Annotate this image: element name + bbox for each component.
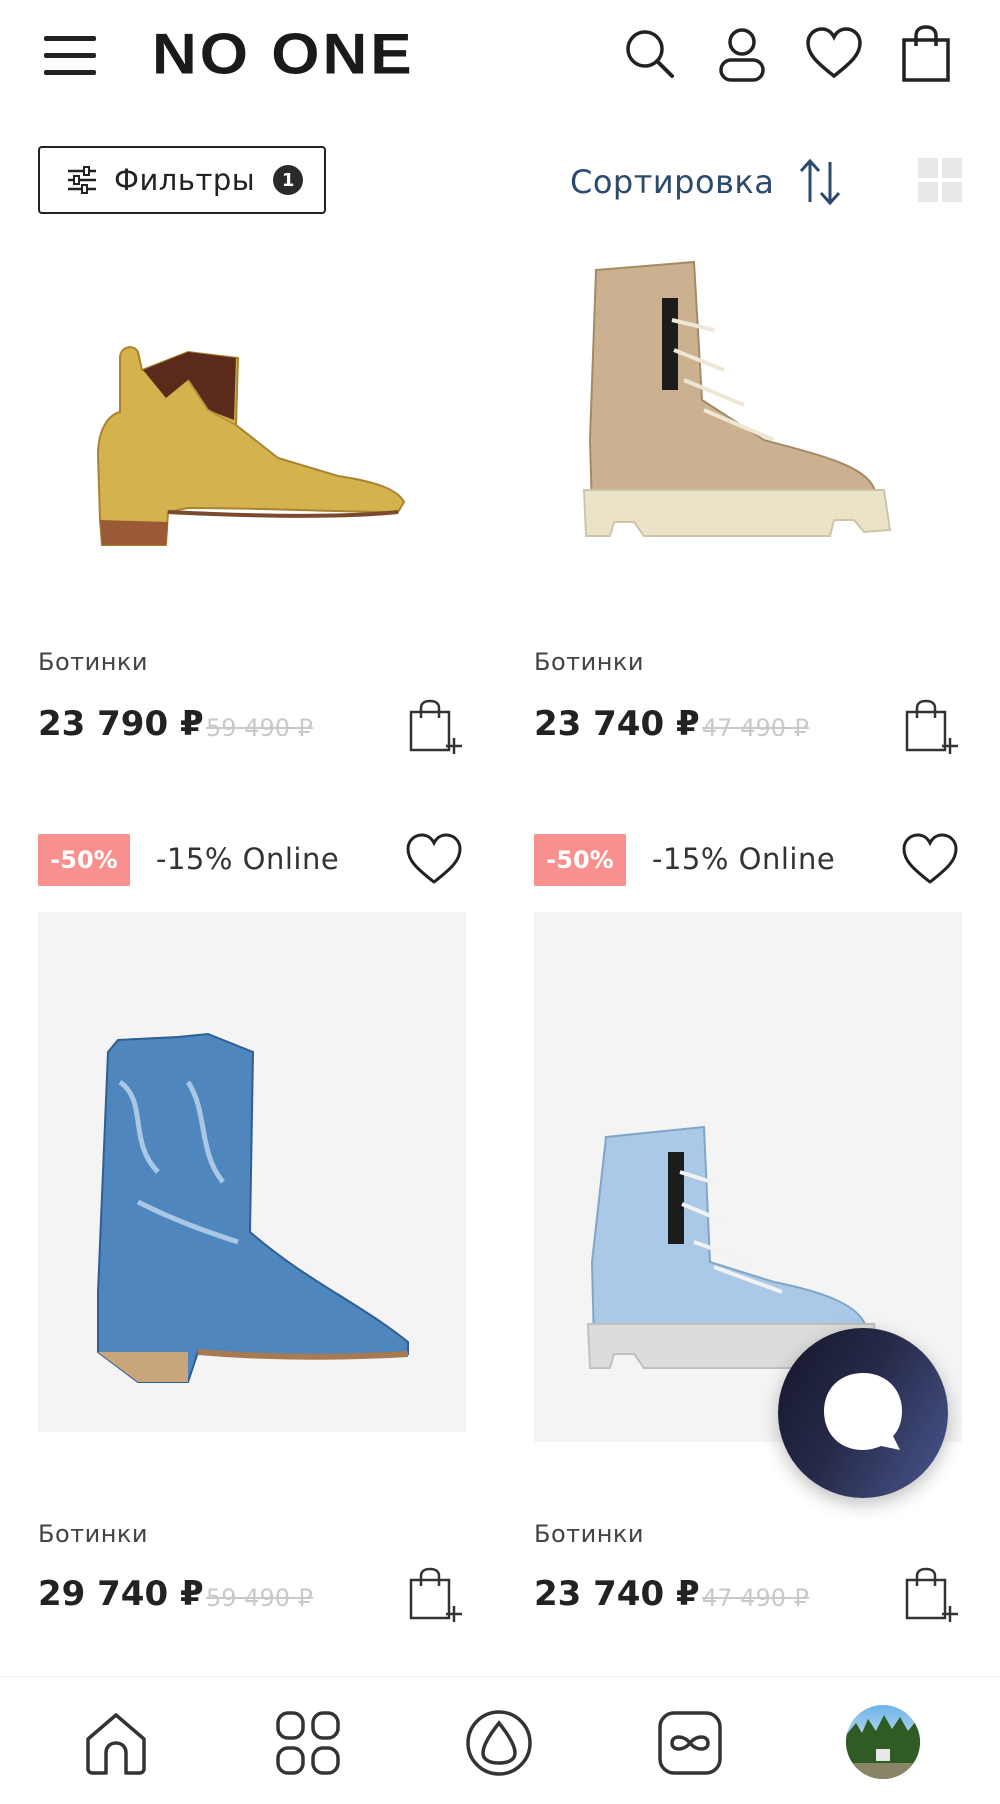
product-image[interactable] <box>38 912 466 1432</box>
avatar-image <box>846 1715 920 1779</box>
product-category: Ботинки <box>38 1520 149 1548</box>
heart-icon[interactable] <box>804 24 864 84</box>
denim-boot-image <box>97 1032 409 1383</box>
chat-button[interactable] <box>778 1328 948 1498</box>
home-icon[interactable] <box>80 1707 152 1779</box>
infinity-icon[interactable] <box>654 1707 726 1779</box>
bottom-navigation <box>0 1676 1000 1804</box>
grid-toggle-icon[interactable] <box>918 158 962 202</box>
product-price: 29 740 ₽ <box>38 1574 204 1614</box>
product-price: 23 790 ₽ <box>38 704 204 744</box>
add-to-cart-icon[interactable] <box>408 1566 464 1624</box>
product-price: 23 740 ₽ <box>534 1574 700 1614</box>
product-old-price: 47 490 ₽ <box>702 1584 809 1612</box>
product-image[interactable] <box>534 240 962 620</box>
filters-count-badge: 1 <box>273 165 304 195</box>
favorite-heart-icon[interactable] <box>900 832 960 888</box>
search-icon[interactable] <box>620 24 680 84</box>
favorite-heart-icon[interactable] <box>404 832 464 888</box>
online-promo-label: -15% Online <box>652 842 836 876</box>
beige-boot-image <box>582 260 892 537</box>
product-card[interactable]: -50% -15% Online Ботинки 23 740 ₽ 47 490… <box>534 832 964 1632</box>
product-image[interactable] <box>38 240 466 620</box>
logo[interactable]: NO ONE <box>152 24 415 86</box>
add-to-cart-icon[interactable] <box>408 698 464 756</box>
product-price: 23 740 ₽ <box>534 704 700 744</box>
shopping-bag-icon[interactable] <box>896 24 956 84</box>
sort-label: Сортировка <box>570 163 775 201</box>
filters-label: Фильтры <box>114 163 256 197</box>
product-card[interactable]: Ботинки 23 740 ₽ 47 490 ₽ <box>534 240 964 760</box>
chat-bubble-icon <box>824 1373 902 1450</box>
user-icon[interactable] <box>712 24 772 84</box>
product-card[interactable]: -50% -15% Online Ботинки 29 740 ₽ 59 490… <box>38 832 468 1632</box>
profile-avatar[interactable] <box>846 1705 920 1779</box>
gold-boot-image <box>96 346 406 546</box>
discount-badge: -50% <box>38 834 130 886</box>
add-to-cart-icon[interactable] <box>904 1566 960 1624</box>
product-old-price: 59 490 ₽ <box>206 714 313 742</box>
product-category: Ботинки <box>534 1520 645 1548</box>
filter-sliders-icon <box>68 166 96 194</box>
product-category: Ботинки <box>38 648 149 676</box>
catalog-icon[interactable] <box>272 1707 344 1779</box>
discount-badge: -50% <box>534 834 626 886</box>
add-to-cart-icon[interactable] <box>904 698 960 756</box>
sort-button[interactable]: Сортировка <box>570 156 844 208</box>
header: NO ONE <box>0 0 1000 112</box>
online-promo-label: -15% Online <box>156 842 340 876</box>
sort-arrows-icon <box>800 158 841 206</box>
filters-button[interactable]: Фильтры 1 <box>38 146 326 214</box>
product-old-price: 47 490 ₽ <box>702 714 809 742</box>
brand-icon[interactable] <box>463 1707 535 1779</box>
product-old-price: 59 490 ₽ <box>206 1584 313 1612</box>
product-category: Ботинки <box>534 648 645 676</box>
product-card[interactable]: Ботинки 23 790 ₽ 59 490 ₽ <box>38 240 468 760</box>
menu-icon[interactable] <box>40 30 100 80</box>
